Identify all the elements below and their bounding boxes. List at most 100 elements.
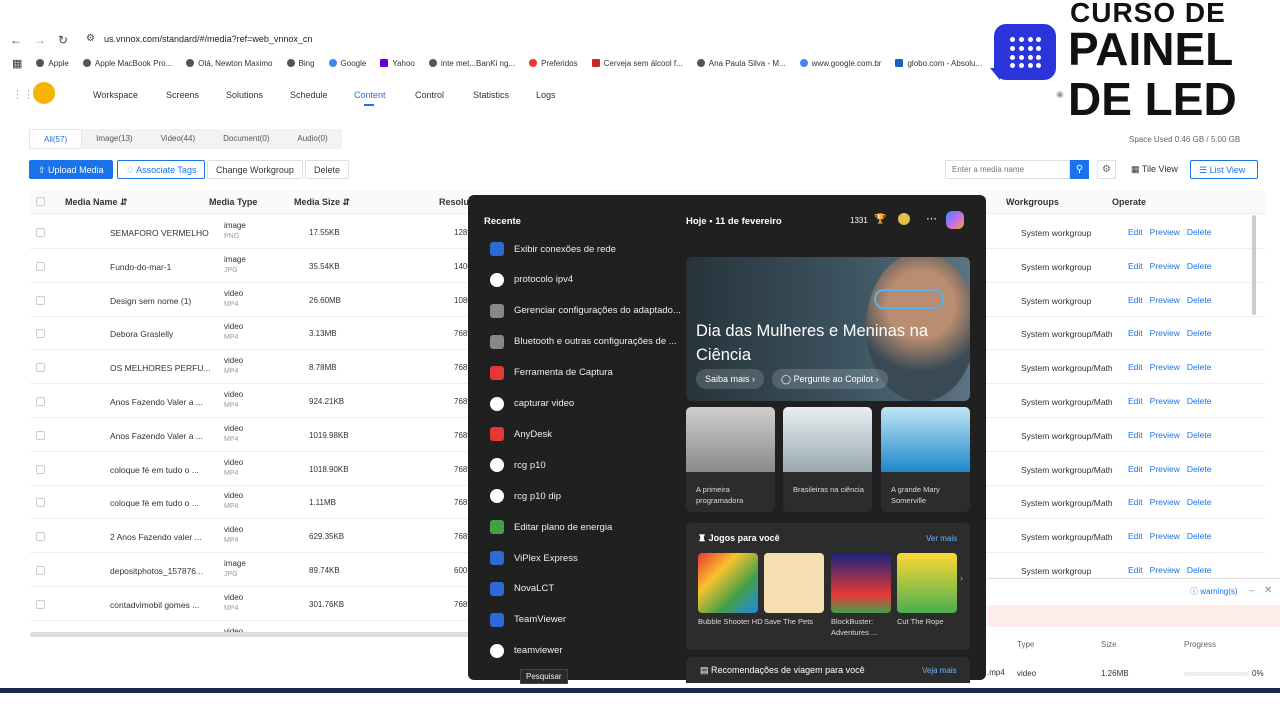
site-info-icon[interactable]: ⚙ — [86, 33, 95, 44]
nav-screens[interactable]: Screens — [166, 90, 199, 100]
row-checkbox[interactable] — [36, 363, 45, 373]
preview-link[interactable]: Preview — [1150, 295, 1180, 305]
nav-logs[interactable]: Logs — [536, 90, 556, 100]
tab-video[interactable]: Video(44) — [147, 129, 210, 149]
delete-link[interactable]: Delete — [1187, 531, 1212, 541]
edit-link[interactable]: Edit — [1128, 362, 1143, 372]
recent-item[interactable]: Editar plano de energia — [490, 517, 612, 537]
avatar[interactable] — [33, 82, 55, 104]
news-card[interactable]: A grande Mary Somerville — [881, 407, 970, 512]
recent-item[interactable]: TeamViewer — [490, 610, 566, 630]
recent-item[interactable]: rcg p10 dip — [490, 486, 561, 506]
bookmark[interactable]: www.google.com.br — [799, 59, 881, 68]
bookmark[interactable]: Apple MacBook Pro... — [82, 59, 172, 68]
ask-copilot-button[interactable]: ◯ Pergunte ao Copilot › — [772, 369, 888, 389]
delete-link[interactable]: Delete — [1187, 565, 1212, 575]
delete-link[interactable]: Delete — [1187, 295, 1212, 305]
tab-image[interactable]: Image(13) — [82, 129, 146, 149]
row-checkbox[interactable] — [36, 430, 45, 440]
preview-link[interactable]: Preview — [1150, 261, 1180, 271]
upload-media-button[interactable]: ⇧ Upload Media — [29, 160, 113, 179]
row-checkbox[interactable] — [36, 329, 45, 339]
close-icon[interactable]: ✕ — [1264, 585, 1272, 596]
delete-link[interactable]: Delete — [1187, 328, 1212, 338]
header-media-size[interactable]: Media Size ⇵ — [294, 197, 350, 208]
media-search-input[interactable] — [945, 160, 1070, 179]
apps-icon[interactable]: ⋮⋮ — [12, 88, 34, 101]
header-media-name[interactable]: Media Name ⇵ — [65, 197, 128, 208]
row-checkbox[interactable] — [36, 498, 45, 508]
delete-link[interactable]: Delete — [1187, 396, 1212, 406]
more-icon[interactable]: ⋯ — [926, 212, 937, 225]
row-checkbox[interactable] — [36, 464, 45, 474]
recent-item[interactable]: AnyDesk — [490, 424, 552, 444]
chevron-right-icon[interactable]: › — [960, 573, 963, 583]
preview-link[interactable]: Preview — [1150, 328, 1180, 338]
search-icon[interactable]: ⚲ — [1070, 160, 1089, 179]
nav-control[interactable]: Control — [415, 90, 444, 100]
bookmark[interactable]: inte met...BanKi ng... — [428, 59, 515, 68]
horizontal-scrollbar[interactable] — [30, 632, 500, 637]
preview-link[interactable]: Preview — [1150, 464, 1180, 474]
delete-link[interactable]: Delete — [1187, 430, 1212, 440]
delete-button[interactable]: Delete — [305, 160, 350, 179]
nav-schedule[interactable]: Schedule — [290, 90, 328, 100]
recent-item[interactable]: protocolo ipv4 — [490, 270, 573, 290]
tab-all[interactable]: All(57) — [29, 129, 83, 149]
row-checkbox[interactable] — [36, 295, 45, 305]
settings-icon[interactable]: ⚙ — [1097, 160, 1116, 179]
row-checkbox[interactable] — [36, 566, 45, 575]
preview-link[interactable]: Preview — [1150, 497, 1180, 507]
recent-item[interactable]: NovaLCT — [490, 579, 554, 599]
row-checkbox[interactable] — [36, 532, 45, 542]
edit-link[interactable]: Edit — [1128, 261, 1143, 271]
associate-tags-button[interactable]: ♢ Associate Tags — [117, 160, 206, 179]
recent-item[interactable]: capturar video — [490, 394, 574, 414]
url-text[interactable]: us.vnnox.com/standard/#/media?ref=web_vn… — [104, 34, 312, 44]
preview-link[interactable]: Preview — [1150, 362, 1180, 372]
edit-link[interactable]: Edit — [1128, 531, 1143, 541]
row-checkbox[interactable] — [36, 397, 45, 406]
edit-link[interactable]: Edit — [1128, 497, 1143, 507]
tab-document[interactable]: Document(0) — [209, 129, 283, 149]
bookmark[interactable]: Yahoo — [380, 59, 415, 68]
bookmark[interactable]: Ana Paula Silva - M... — [696, 59, 786, 68]
learn-more-button[interactable]: Saiba mais › — [696, 369, 765, 389]
preview-link[interactable]: Preview — [1150, 396, 1180, 406]
copilot-icon[interactable] — [946, 211, 964, 229]
delete-link[interactable]: Delete — [1187, 227, 1212, 237]
bookmark[interactable]: Preferidos — [529, 59, 578, 68]
list-view-button[interactable]: ☰ List View — [1190, 160, 1258, 179]
edit-link[interactable]: Edit — [1128, 396, 1143, 406]
bookmark[interactable]: Bing — [286, 59, 315, 68]
forward-icon[interactable]: → — [34, 33, 46, 47]
row-checkbox[interactable] — [36, 228, 45, 237]
recent-item[interactable]: Gerenciar configurações do adaptado... — [490, 301, 681, 321]
row-checkbox[interactable] — [36, 261, 45, 271]
edit-link[interactable]: Edit — [1128, 295, 1143, 305]
select-all-checkbox[interactable] — [36, 197, 45, 206]
bookmark[interactable]: globo.com - Absolu... — [895, 59, 982, 68]
recent-item[interactable]: rcg p10 — [490, 455, 546, 475]
bookmark[interactable]: Google — [328, 59, 366, 68]
nav-solutions[interactable]: Solutions — [226, 90, 263, 100]
delete-link[interactable]: Delete — [1187, 464, 1212, 474]
trophy-icon[interactable]: 🏆 — [874, 214, 886, 225]
preview-link[interactable]: Preview — [1150, 565, 1180, 575]
recent-item[interactable]: teamviewer — [490, 641, 563, 661]
profile-icon[interactable] — [898, 213, 910, 225]
recent-item[interactable]: Bluetooth e outras configurações de ... — [490, 332, 677, 352]
delete-link[interactable]: Delete — [1187, 261, 1212, 271]
edit-link[interactable]: Edit — [1128, 464, 1143, 474]
edit-link[interactable]: Edit — [1128, 328, 1143, 338]
preview-link[interactable]: Preview — [1150, 531, 1180, 541]
bookmark[interactable]: Cerveja sem álcool f... — [591, 59, 683, 68]
back-icon[interactable]: ← — [10, 33, 22, 47]
preview-link[interactable]: Preview — [1150, 430, 1180, 440]
apps-grid-icon[interactable]: ▦ — [12, 57, 22, 70]
hero-card[interactable]: Dia das Mulheres e Meninas na Ciência Sa… — [686, 257, 970, 401]
preview-link[interactable]: Preview — [1150, 227, 1180, 237]
game-save-the-pets[interactable] — [764, 553, 824, 613]
game-bubble-shooter[interactable] — [698, 553, 758, 613]
edit-link[interactable]: Edit — [1128, 430, 1143, 440]
